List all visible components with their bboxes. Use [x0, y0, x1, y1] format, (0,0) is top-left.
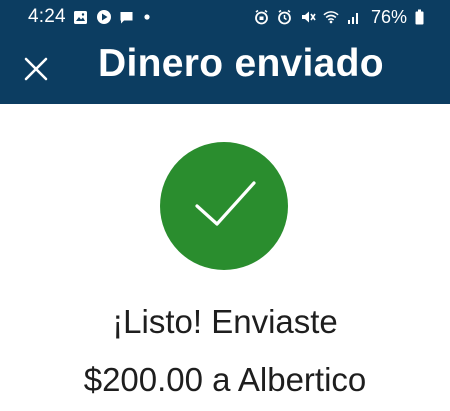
app-header: Dinero enviado [0, 34, 450, 104]
success-message-amount: $200.00 a Albertico [83, 361, 367, 398]
message-icon [119, 9, 135, 25]
image-icon [73, 9, 89, 25]
status-bar: 4:24 76% [0, 0, 450, 34]
checkmark-icon [184, 166, 264, 246]
screen: 4:24 76% Dinero enviado ¡Listo! Enviaste… [0, 0, 450, 411]
play-store-icon [96, 9, 112, 25]
mute-icon [300, 9, 316, 25]
success-message-line1: ¡Listo! Enviaste [112, 303, 338, 340]
alarm-clock-icon [277, 9, 293, 25]
status-bar-left: 4:24 [28, 6, 152, 28]
wifi-icon [323, 9, 339, 25]
page-title: Dinero enviado [98, 42, 384, 85]
close-icon [23, 56, 49, 82]
alarm-lock-icon [254, 9, 270, 25]
status-bar-right: 76% [254, 7, 424, 28]
close-button[interactable] [20, 53, 52, 85]
signal-icon [346, 9, 362, 25]
success-circle [160, 142, 288, 270]
battery-percent: 76% [370, 6, 407, 27]
status-time: 4:24 [28, 6, 66, 27]
battery-icon [414, 9, 424, 25]
dot-icon [142, 9, 152, 25]
